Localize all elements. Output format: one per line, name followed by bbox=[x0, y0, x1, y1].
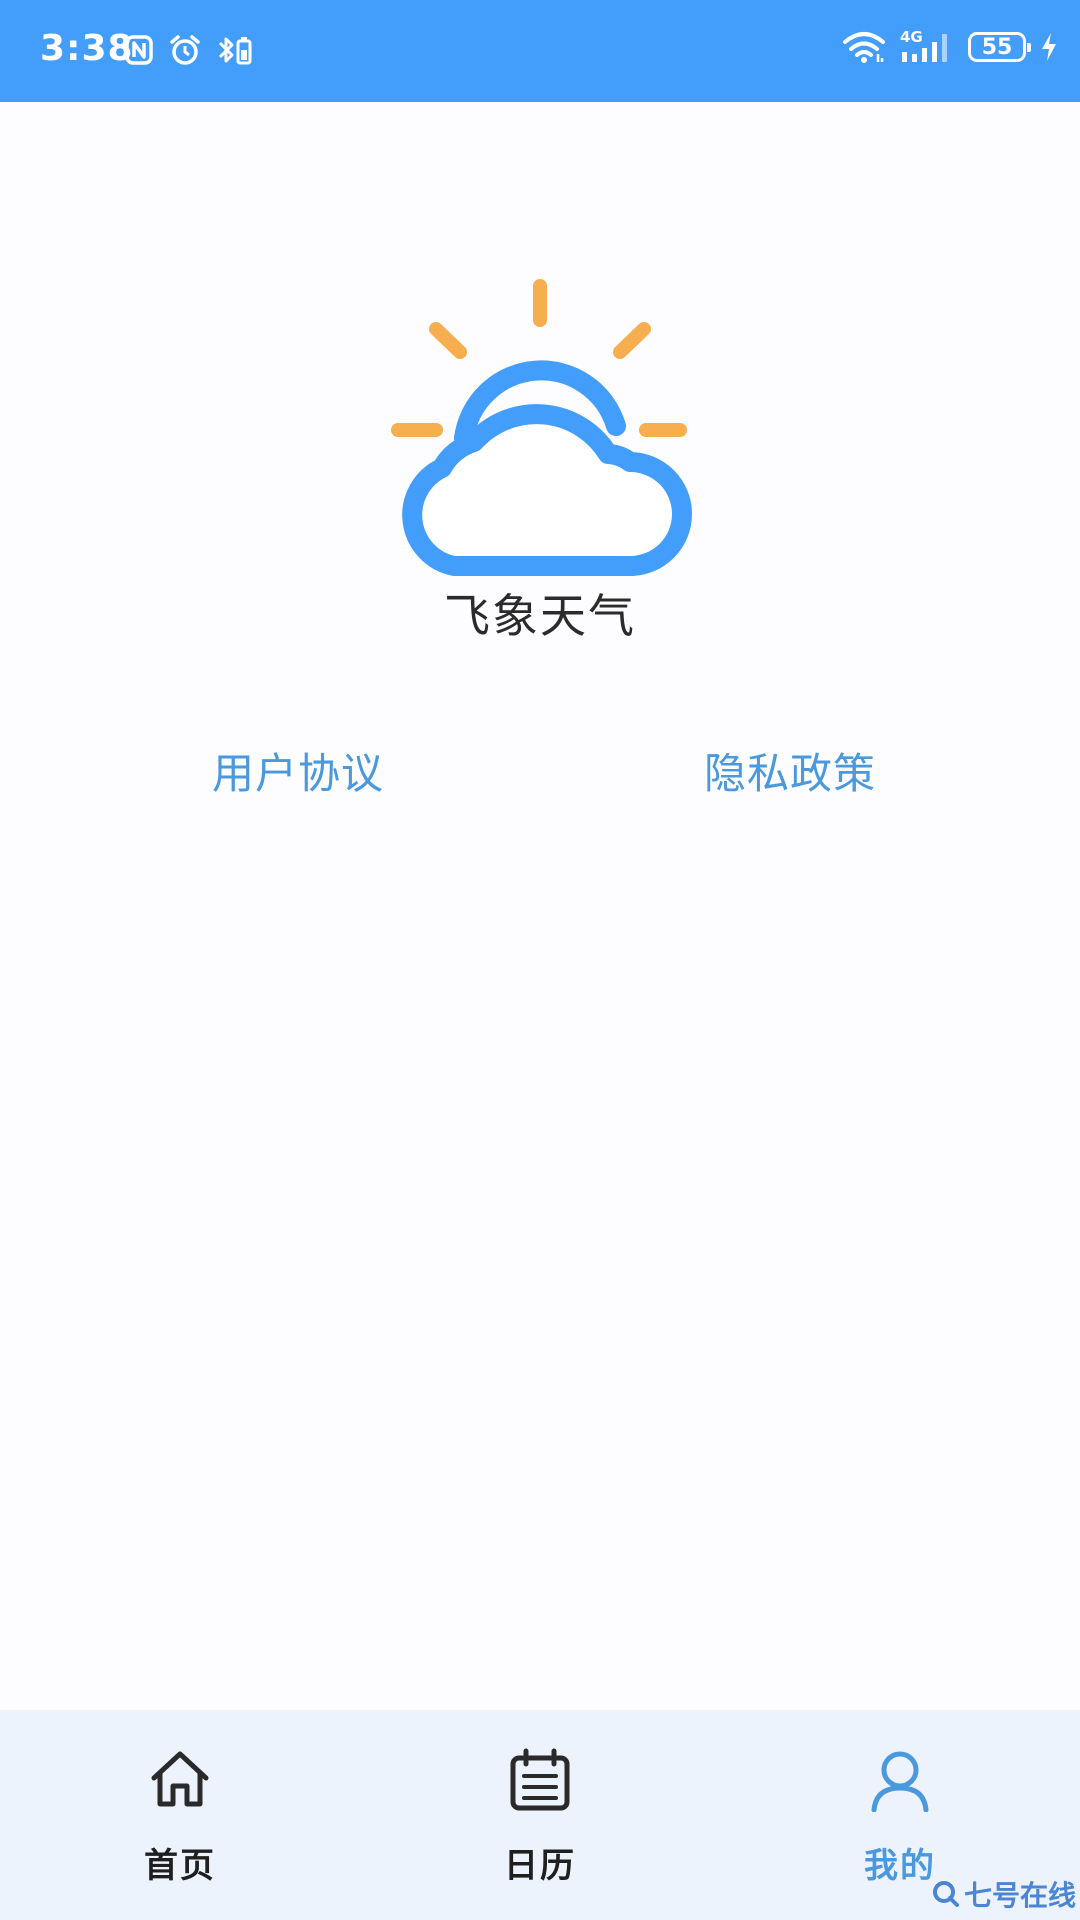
user-icon bbox=[871, 1751, 929, 1812]
charging-icon bbox=[1042, 33, 1056, 61]
watermark: 七号在线 bbox=[932, 1874, 1076, 1914]
home-icon bbox=[151, 1751, 209, 1807]
bluetooth-battery-icon bbox=[218, 37, 252, 65]
nav-item-home[interactable]: 首页 bbox=[80, 1710, 280, 1920]
status-bar: 3:38 4G 55 bbox=[0, 0, 1080, 102]
nfc-icon bbox=[125, 35, 153, 65]
battery-level: 55 bbox=[981, 34, 1013, 60]
status-left-icons bbox=[124, 34, 254, 66]
calendar-icon bbox=[510, 1748, 570, 1811]
signal-bars-icon bbox=[902, 34, 947, 62]
battery-indicator: 55 bbox=[968, 32, 1031, 62]
nav-label-calendar: 日历 bbox=[504, 1846, 576, 1886]
search-logo-icon bbox=[932, 1881, 959, 1907]
status-time: 3:38 bbox=[40, 28, 134, 69]
app-name: 飞象天气 bbox=[444, 589, 636, 643]
nav-label-home: 首页 bbox=[144, 1846, 216, 1886]
nav-item-calendar[interactable]: 日历 bbox=[440, 1710, 640, 1920]
status-right-icons: 4G 55 bbox=[842, 28, 1058, 64]
bottom-nav: 首页 日历 我的 bbox=[0, 1710, 1080, 1920]
privacy-policy-link[interactable]: 隐私政策 bbox=[704, 740, 876, 801]
weather-logo-icon bbox=[391, 279, 692, 576]
wifi-icon bbox=[843, 32, 885, 63]
cellular-signal: 4G bbox=[900, 28, 954, 64]
watermark-text: 七号在线 bbox=[963, 1879, 1076, 1912]
alarm-icon bbox=[170, 35, 200, 65]
user-agreement-link[interactable]: 用户协议 bbox=[212, 740, 384, 801]
